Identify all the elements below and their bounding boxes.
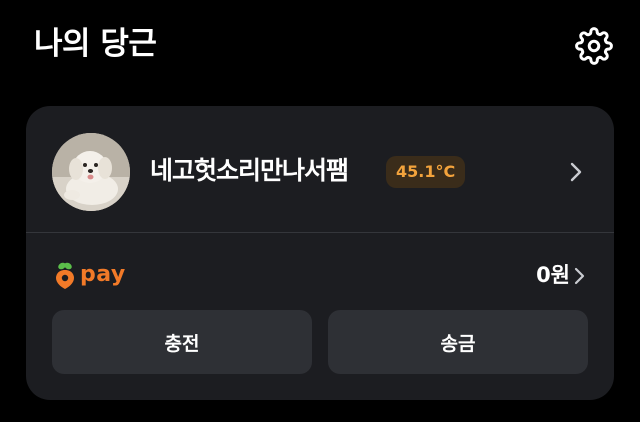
settings-button[interactable] bbox=[572, 24, 616, 68]
chevron-right-icon bbox=[570, 162, 582, 182]
carrot-pay-icon bbox=[56, 262, 74, 289]
divider bbox=[26, 232, 614, 233]
pay-row[interactable]: pay 0원 bbox=[26, 234, 614, 304]
profile-row[interactable]: 네고헛소리만나서팸 45.1°C bbox=[26, 106, 614, 234]
nickname: 네고헛소리만나서팸 bbox=[150, 156, 349, 185]
send-money-button[interactable]: 송금 bbox=[328, 310, 588, 374]
pay-brand-text: pay bbox=[80, 262, 126, 287]
gear-icon bbox=[575, 27, 613, 65]
avatar bbox=[52, 133, 130, 211]
dog-photo-avatar bbox=[52, 133, 130, 211]
pay-balance: 0원 bbox=[536, 263, 570, 287]
manner-temperature-badge: 45.1°C bbox=[386, 156, 466, 188]
my-carrot-page: 나의 당근 네고헛소리만나서팸 45.1°C pay 0원 충전 송금 bbox=[0, 0, 640, 422]
page-title: 나의 당근 bbox=[34, 26, 157, 62]
profile-card: 네고헛소리만나서팸 45.1°C pay 0원 충전 송금 bbox=[26, 106, 614, 400]
pay-logo: pay bbox=[54, 258, 126, 292]
charge-button[interactable]: 충전 bbox=[52, 310, 312, 374]
chevron-right-icon bbox=[574, 267, 585, 285]
